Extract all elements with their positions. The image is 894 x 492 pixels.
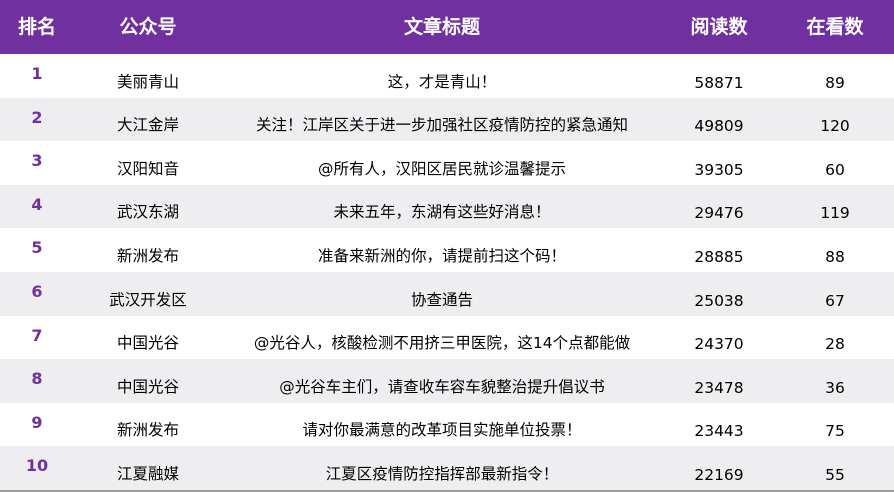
account-name: 中国光谷: [116, 377, 179, 396]
viewing-count: 60: [825, 160, 845, 179]
read-count: 25038: [694, 291, 744, 310]
account-name: 武汉开发区: [109, 290, 187, 309]
rank-number: 7: [31, 325, 43, 345]
table-body: 1 美丽青山 这，才是青山！ 58871 89 2 大江金岸 关注！江岸区关于进…: [0, 54, 894, 490]
header-title: 文章标题: [403, 16, 480, 38]
read-count: 49809: [694, 117, 744, 136]
viewing-count: 89: [825, 73, 845, 92]
table-row: 6 武汉开发区 协查通告 25038 67: [0, 272, 894, 316]
read-count: 22169: [694, 465, 744, 484]
account-name: 新洲发布: [116, 421, 179, 440]
table-row: 3 汉阳知音 @所有人，汉阳区居民就诊温馨提示 39305 60: [0, 141, 894, 185]
header-account: 公众号: [119, 16, 177, 38]
viewing-count: 28: [825, 335, 845, 354]
table-row: 4 武汉东湖 未来五年，东湖有这些好消息！ 29476 119: [0, 184, 894, 229]
article-title: 协查通告: [410, 290, 473, 309]
table-row: 2 大江金岸 关注！江岸区关于进一步加强社区疫情防控的紧急通知 49809 12…: [0, 97, 894, 142]
rank-number: 1: [31, 64, 43, 83]
article-title: 江夏区疫情防控指挥部最新指令！: [325, 464, 559, 483]
rank-number: 9: [31, 412, 43, 432]
viewing-count: 119: [820, 204, 850, 223]
article-title: 这，才是青山！: [387, 72, 497, 91]
read-count: 28885: [694, 247, 744, 266]
account-name: 新洲发布: [116, 246, 179, 265]
read-count: 23443: [694, 422, 744, 441]
account-name: 武汉东湖: [116, 203, 179, 222]
article-title: @光谷人，核酸检测不用挤三甲医院，这14个点都能做: [253, 334, 631, 353]
rank-number: 8: [31, 369, 43, 389]
article-title: 关注！江岸区关于进一步加强社区疫情防控的紧急通知: [255, 116, 628, 135]
article-title: @光谷车主们，请查收车容车貌整治提升倡议书: [279, 377, 605, 396]
read-count: 24370: [694, 335, 744, 354]
header-rank: 排名: [17, 16, 56, 38]
read-count: 29476: [694, 204, 744, 223]
rank-number: 4: [31, 194, 43, 214]
header-viewing: 在看数: [806, 16, 864, 38]
account-name: 美丽青山: [116, 72, 179, 91]
viewing-count: 120: [820, 117, 850, 136]
article-title: 未来五年，东湖有这些好消息！: [333, 203, 551, 222]
article-title: 请对你最满意的改革项目实施单位投票！: [302, 421, 582, 440]
read-count: 58871: [694, 73, 744, 92]
table-header: 排名 公众号 文章标题 阅读数 在看数: [0, 0, 894, 54]
read-count: 23478: [694, 378, 744, 397]
viewing-count: 67: [825, 291, 845, 310]
table-row: 10 江夏融媒 江夏区疫情防控指挥部最新指令！ 22169 55: [0, 446, 894, 490]
viewing-count: 75: [825, 422, 845, 441]
rank-number: 6: [31, 282, 43, 301]
article-title: 准备来新洲的你，请提前扫这个码！: [317, 246, 566, 265]
header-reads: 阅读数: [690, 16, 748, 38]
table-row: 5 新洲发布 准备来新洲的你，请提前扫这个码！ 28885 88: [0, 228, 894, 272]
viewing-count: 36: [825, 378, 845, 397]
article-title: @所有人，汉阳区居民就诊温馨提示: [317, 159, 566, 178]
table-row: 9 新洲发布 请对你最满意的改革项目实施单位投票！ 23443 75: [0, 403, 894, 447]
viewing-count: 88: [825, 247, 845, 266]
account-name: 大江金岸: [116, 116, 179, 135]
ranking-table: 排名 公众号 文章标题 阅读数 在看数 1 美丽青山 这，才是青山！ 58871…: [0, 0, 894, 492]
table-row: 7 中国光谷 @光谷人，核酸检测不用挤三甲医院，这14个点都能做 24370 2…: [0, 316, 894, 360]
account-name: 中国光谷: [116, 334, 179, 353]
table-row: 1 美丽青山 这，才是青山！ 58871 89: [0, 54, 894, 98]
rank-number: 2: [31, 107, 43, 127]
rank-number: 10: [25, 456, 49, 476]
viewing-count: 55: [825, 465, 845, 484]
account-name: 江夏融媒: [116, 464, 179, 483]
table-row: 8 中国光谷 @光谷车主们，请查收车容车貌整治提升倡议书 23478 36: [0, 359, 894, 403]
rank-number: 5: [31, 238, 43, 258]
read-count: 39305: [694, 160, 744, 179]
account-name: 汉阳知音: [116, 159, 179, 178]
rank-number: 3: [31, 151, 43, 171]
